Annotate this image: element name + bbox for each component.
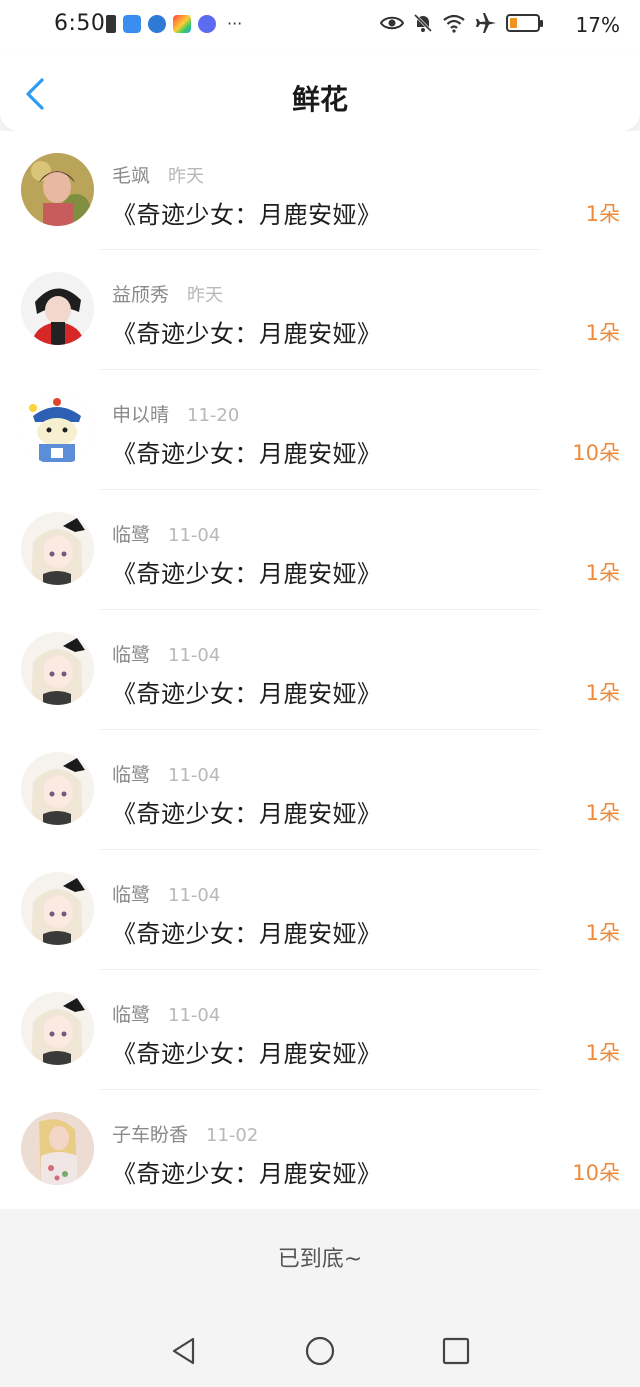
list-item[interactable]: 临鹭 11-04 《奇迹少女：月鹿安娅》 1朵	[0, 490, 640, 610]
list-end-footer: 已到底~	[0, 1209, 640, 1317]
book-title[interactable]: 《奇迹少女：月鹿安娅》	[112, 1034, 382, 1069]
more-notifications-icon: ···	[227, 14, 243, 33]
page-title: 鲜花	[291, 83, 348, 116]
book-title[interactable]: 《奇迹少女：月鹿安娅》	[112, 674, 382, 709]
list-item[interactable]: 临鹭 11-04 《奇迹少女：月鹿安娅》 1朵	[0, 730, 640, 850]
avatar[interactable]	[21, 392, 94, 465]
flower-count: 10朵	[572, 441, 620, 465]
battery-percent: 17%	[575, 13, 620, 37]
avatar[interactable]	[21, 872, 94, 945]
list-item[interactable]: 申以晴 11-20 《奇迹少女：月鹿安娅》 10朵	[0, 370, 640, 490]
music-icon	[198, 15, 216, 33]
book-title[interactable]: 《奇迹少女：月鹿安娅》	[112, 794, 382, 829]
user-name: 申以晴	[112, 404, 170, 426]
user-name: 临鹭	[112, 644, 151, 666]
date: 11-04	[168, 765, 221, 786]
nav-recents-icon[interactable]	[440, 1335, 472, 1367]
system-nav-bar	[0, 1317, 640, 1387]
list-item[interactable]: 临鹭 11-04 《奇迹少女：月鹿安娅》 1朵	[0, 850, 640, 970]
list-item[interactable]: 益颀秀 昨天 《奇迹少女：月鹿安娅》 1朵	[0, 250, 640, 370]
nav-home-icon[interactable]	[304, 1335, 336, 1367]
user-name: 临鹭	[112, 884, 151, 906]
wifi-icon	[443, 14, 465, 33]
book-title[interactable]: 《奇迹少女：月鹿安娅》	[112, 554, 382, 589]
date: 昨天	[168, 166, 205, 187]
flower-count: 1朵	[585, 1041, 620, 1065]
status-bar: 6:50 ··· 17%	[0, 0, 640, 52]
sim-icon	[106, 15, 116, 33]
user-name: 益颀秀	[112, 284, 170, 306]
eye-icon	[380, 16, 404, 30]
date: 11-04	[168, 525, 221, 546]
list-item[interactable]: 毛飒 昨天 《奇迹少女：月鹿安娅》 1朵	[0, 131, 640, 250]
avatar[interactable]	[21, 272, 94, 345]
flower-count: 1朵	[585, 202, 620, 226]
globe-icon	[148, 15, 166, 33]
user-name: 毛飒	[112, 165, 151, 187]
app-header: 鲜花	[0, 52, 640, 131]
end-of-list-text: 已到底~	[277, 1247, 363, 1272]
status-time: 6:50	[54, 11, 106, 36]
date: 11-02	[206, 1125, 259, 1146]
flower-count: 1朵	[585, 321, 620, 345]
date: 昨天	[187, 285, 224, 306]
airplane-icon	[476, 13, 496, 33]
book-title[interactable]: 《奇迹少女：月鹿安娅》	[112, 1154, 382, 1189]
notification-icons: ···	[106, 15, 242, 33]
avatar[interactable]	[21, 153, 94, 226]
flower-list: 毛飒 昨天 《奇迹少女：月鹿安娅》 1朵 益颀秀 昨天 《奇迹少女：月鹿安娅》 1朵	[0, 131, 640, 1210]
avatar[interactable]	[21, 752, 94, 825]
list-item[interactable]: 临鹭 11-04 《奇迹少女：月鹿安娅》 1朵	[0, 970, 640, 1090]
avatar[interactable]	[21, 632, 94, 705]
flower-count: 10朵	[572, 1161, 620, 1185]
book-title[interactable]: 《奇迹少女：月鹿安娅》	[112, 914, 382, 949]
date: 11-04	[168, 1005, 221, 1026]
battery-icon	[506, 14, 543, 32]
date: 11-04	[168, 645, 221, 666]
gallery-icon	[173, 15, 191, 33]
book-title[interactable]: 《奇迹少女：月鹿安娅》	[112, 195, 382, 230]
flower-count: 1朵	[585, 801, 620, 825]
system-icons	[380, 12, 543, 34]
user-name: 临鹭	[112, 524, 151, 546]
avatar[interactable]	[21, 1112, 94, 1185]
date: 11-04	[168, 885, 221, 906]
cloud-icon	[123, 15, 141, 33]
book-title[interactable]: 《奇迹少女：月鹿安娅》	[112, 314, 382, 349]
user-name: 子车盼香	[112, 1124, 189, 1146]
user-name: 临鹭	[112, 1004, 151, 1026]
flower-count: 1朵	[585, 921, 620, 945]
flower-count: 1朵	[585, 681, 620, 705]
flower-count: 1朵	[585, 561, 620, 585]
list-item[interactable]: 临鹭 11-04 《奇迹少女：月鹿安娅》 1朵	[0, 610, 640, 730]
avatar[interactable]	[21, 512, 94, 585]
book-title[interactable]: 《奇迹少女：月鹿安娅》	[112, 434, 382, 469]
nav-back-icon[interactable]	[168, 1335, 200, 1367]
bell-off-icon	[413, 13, 433, 33]
user-name: 临鹭	[112, 764, 151, 786]
date: 11-20	[187, 405, 240, 426]
list-item[interactable]: 子车盼香 11-02 《奇迹少女：月鹿安娅》 10朵	[0, 1090, 640, 1210]
avatar[interactable]	[21, 992, 94, 1065]
